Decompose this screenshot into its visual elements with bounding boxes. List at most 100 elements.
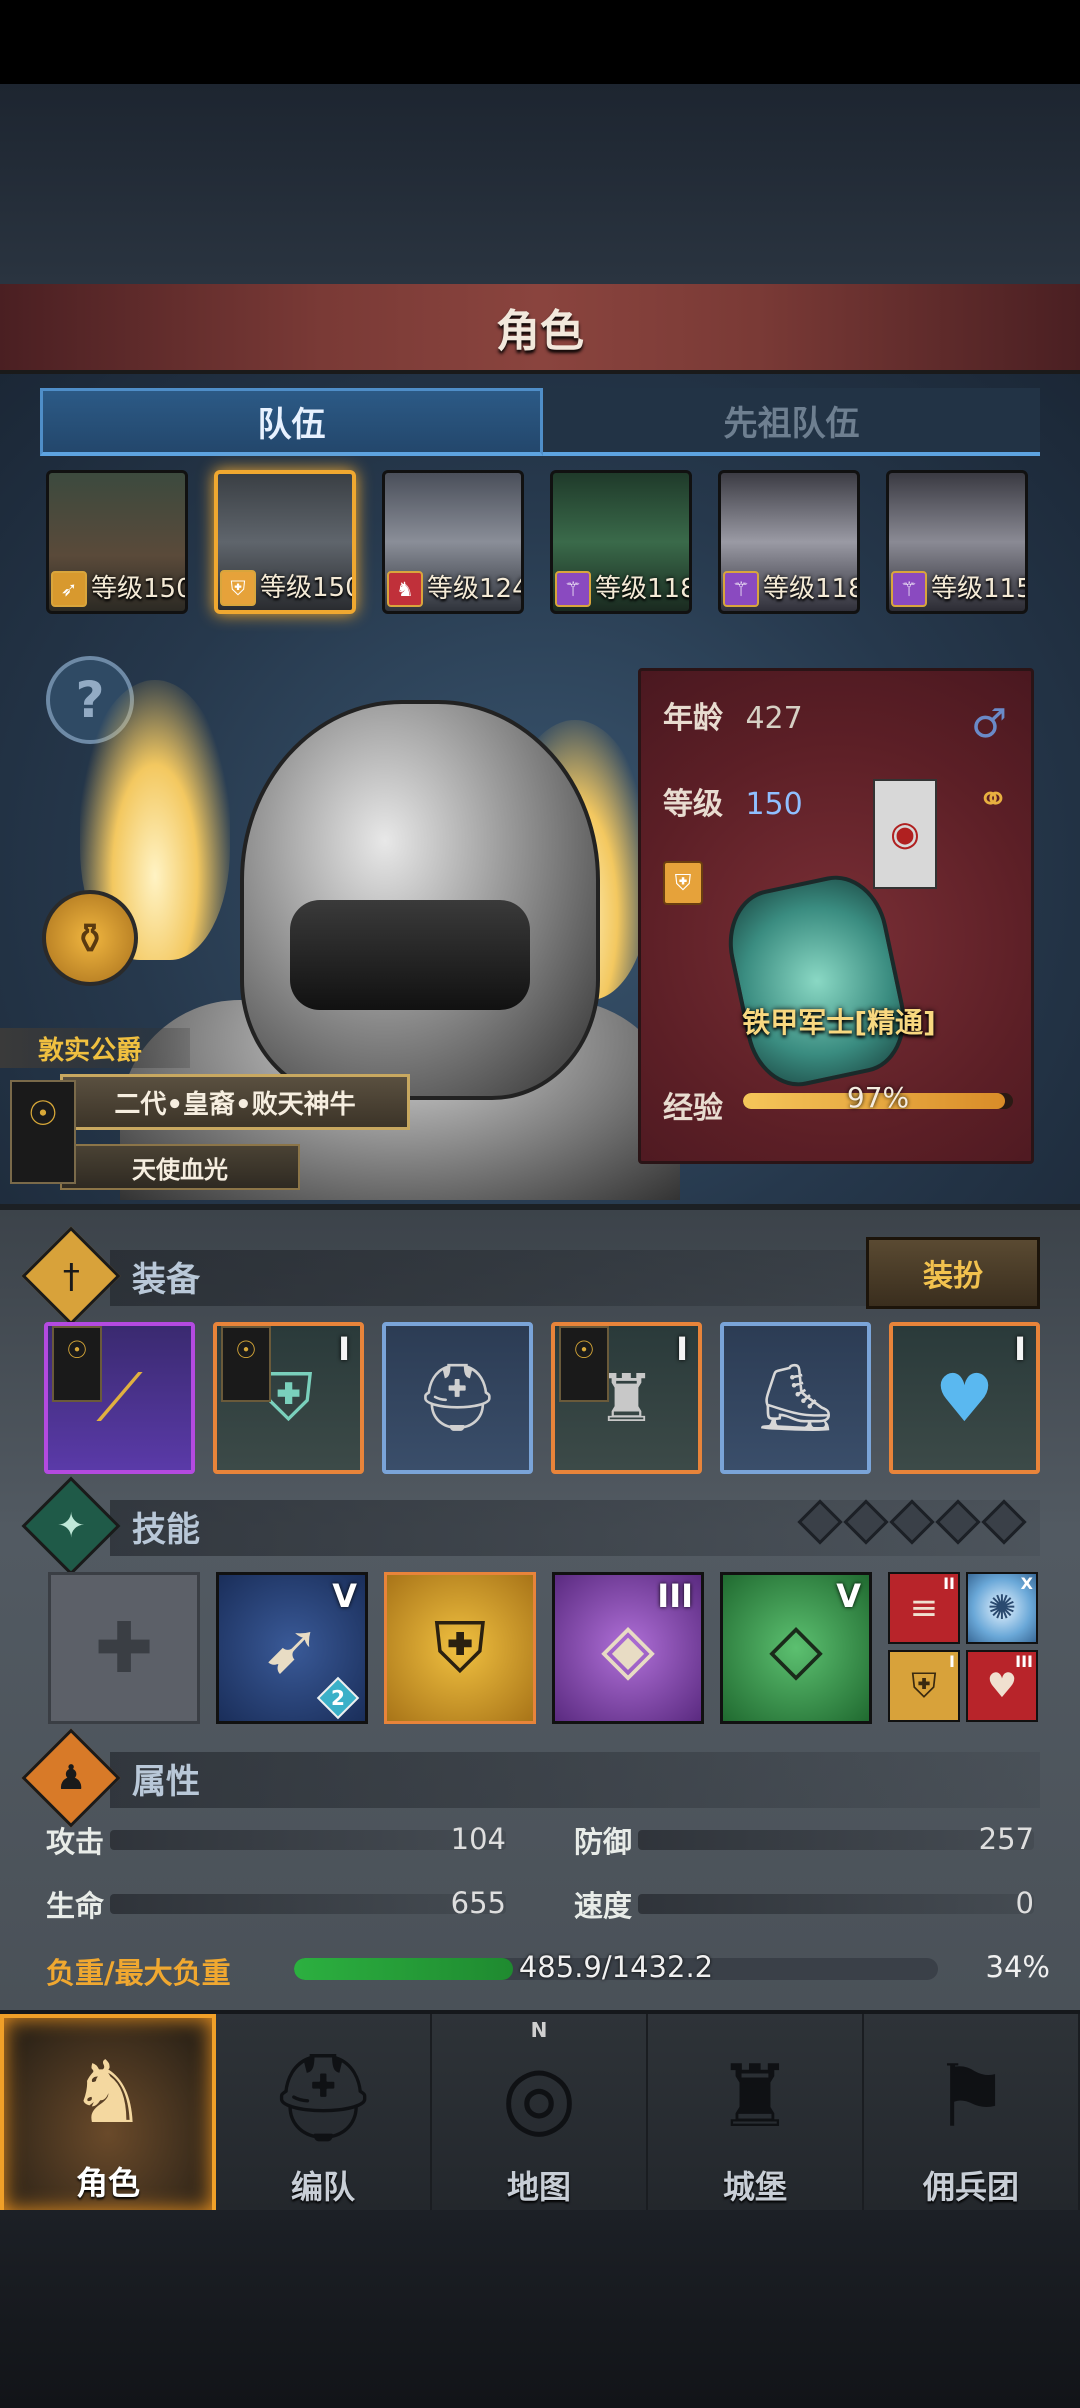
castle-icon: ♜ — [716, 2047, 794, 2147]
star-icon: ✦ — [21, 1476, 121, 1576]
tier-label: I — [338, 1330, 350, 1368]
equip-slot-amulet[interactable]: ♥ I — [889, 1322, 1040, 1474]
skill-slots: ✚ ➹ V 2 ⛨ ◈ III ◇ V ≡ II ✺ X ⛨ I ♥ III — [48, 1572, 1038, 1726]
banner-icon: ☉ — [52, 1326, 102, 1402]
tab-team[interactable]: 队伍 — [40, 388, 543, 456]
equipment-header: † 装备 — [21, 1226, 200, 1326]
skill-slot-crystal-arm[interactable]: ◈ III — [552, 1572, 704, 1724]
male-icon: ♂ — [971, 701, 1007, 747]
attack-value: 104 — [450, 1822, 506, 1856]
skill-slot-strength-shield[interactable]: ⛨ — [384, 1572, 536, 1724]
sword-icon: † — [21, 1226, 121, 1326]
speed-value: 0 — [1015, 1886, 1034, 1920]
team-member-5[interactable]: ⚚ 等级118 — [718, 470, 860, 614]
heart-amulet-icon: ♥ — [934, 1359, 995, 1437]
crystal-plus-icon: ◇ — [769, 1607, 823, 1689]
attack-track — [110, 1830, 506, 1850]
skill-slot-crystal-plus[interactable]: ◇ V — [720, 1572, 872, 1724]
background — [0, 84, 1080, 284]
skill-point-diamond — [889, 1499, 935, 1545]
tab-ancestor-team[interactable]: 先祖队伍 — [543, 388, 1040, 456]
equip-slot-armor[interactable]: ☉ ♜ I — [551, 1322, 702, 1474]
passive-skill-dumbbell[interactable]: ≡ II — [888, 1572, 960, 1644]
eye-banner-icon: ◉ — [873, 779, 937, 889]
skill-count-badge: 2 — [316, 1676, 360, 1720]
team-member-6[interactable]: ⚚ 等级115 — [886, 470, 1028, 614]
member-level: 等级118 — [763, 574, 860, 604]
dumbbell-icon: ≡ — [909, 1588, 939, 1628]
person-icon: ♟ — [21, 1728, 121, 1828]
skill-slot-charge[interactable]: ➹ V 2 — [216, 1572, 368, 1724]
team-portraits: ➶ 等级150 ⛨ 等级150 ♞ 等级124 ⚚ 等级118 ⚚ 等级118 … — [46, 470, 1036, 616]
skill-tier: V — [332, 1577, 357, 1615]
level-label: 等级 — [663, 787, 723, 822]
attack-row: 攻击 104 — [46, 1822, 506, 1859]
load-label: 负重/最大负重 — [46, 1956, 231, 1990]
staff-icon: ⚚ — [891, 571, 927, 607]
skill-point-diamond — [935, 1499, 981, 1545]
helmet-nav-icon: ⛑ — [268, 2047, 378, 2148]
nav-label: 地图 — [506, 2168, 571, 2206]
nav-character[interactable]: ♞ 角色 — [0, 2014, 216, 2214]
unit-shield-art — [717, 866, 917, 1096]
skill-point-diamond — [797, 1499, 843, 1545]
equip-slot-helmet[interactable]: ⛑ — [382, 1322, 533, 1474]
passive-skill-shield[interactable]: ⛨ I — [888, 1650, 960, 1722]
attributes-title: 属性 — [132, 1761, 200, 1802]
passive-skill-burst[interactable]: ✺ X — [966, 1572, 1038, 1644]
hp-value: 655 — [450, 1886, 506, 1920]
lance-icon: ⟋ — [96, 1358, 143, 1436]
nav-label: 角色 — [75, 2164, 140, 2202]
equip-slot-weapon[interactable]: ☉ ⟋ — [44, 1322, 195, 1474]
strength-shield-icon: ⛨ — [433, 1606, 487, 1689]
ring-icon[interactable]: ⚭ — [977, 777, 1009, 821]
hp-track — [110, 1894, 506, 1914]
passive-skill-heartbeat[interactable]: ♥ III — [966, 1650, 1038, 1722]
burst-icon: ✺ — [987, 1588, 1017, 1628]
equip-slot-shield[interactable]: ☉ ⛨ I — [213, 1322, 364, 1474]
crystal-arm-icon: ◈ — [601, 1607, 655, 1689]
hero-bloodline[interactable]: 天使血光 — [60, 1144, 300, 1190]
compass-icon: ◎ — [501, 2047, 577, 2147]
team-member-4[interactable]: ⚚ 等级118 — [550, 470, 692, 614]
staff-icon: ⚚ — [555, 571, 591, 607]
nav-formation[interactable]: ⛑ 编队 — [216, 2014, 432, 2214]
nav-castle[interactable]: ♜ 城堡 — [648, 2014, 864, 2214]
equip-slot-boots[interactable]: ⛸ — [720, 1322, 871, 1474]
skill-tier: III — [657, 1577, 693, 1615]
team-tabs: 队伍 先祖队伍 — [40, 388, 1040, 456]
lance-charge-icon: ➹ — [262, 1607, 322, 1689]
house-banner-icon: ☉ — [10, 1080, 76, 1184]
hero-title: 敦实公爵 — [0, 1028, 190, 1068]
nav-label: 佣兵团 — [922, 2168, 1019, 2206]
tier-label: I — [1014, 1330, 1026, 1368]
banner-icon: ☉ — [559, 1326, 609, 1402]
skills-title: 技能 — [132, 1509, 200, 1550]
potion-icon[interactable]: ⚱ — [42, 890, 138, 986]
attributes-header-strip — [110, 1752, 1040, 1808]
horse-icon: ♞ — [387, 571, 423, 607]
age-value: 427 — [745, 701, 803, 736]
skill-tier: X — [1020, 1574, 1033, 1593]
member-level: 等级150 — [260, 573, 356, 603]
team-member-1[interactable]: ➶ 等级150 — [46, 470, 188, 614]
unit-name[interactable]: 铁甲军士[精通] — [641, 1001, 1037, 1041]
skill-slot-empty[interactable]: ✚ — [48, 1572, 200, 1724]
bottom-background — [0, 2210, 1080, 2408]
visor-art — [290, 900, 530, 1010]
hero-lineage[interactable]: 二代•皇裔•败天神牛 — [60, 1074, 410, 1130]
member-level: 等级115 — [931, 574, 1028, 604]
load-text: 485.9/1432.2 — [518, 1950, 714, 1984]
title-banner: 角色 — [0, 284, 1080, 374]
skill-tier: V — [836, 1577, 861, 1615]
member-level: 等级118 — [595, 574, 692, 604]
load-percent: 34% — [985, 1950, 1050, 1984]
nav-label: 城堡 — [722, 2168, 787, 2206]
dress-up-button[interactable]: 装扮 — [866, 1237, 1040, 1309]
team-member-3[interactable]: ♞ 等级124 — [382, 470, 524, 614]
speed-row: 速度 0 — [574, 1886, 1034, 1923]
nav-mercenaries[interactable]: ⚑ 佣兵团 — [864, 2014, 1080, 2214]
nav-map[interactable]: N ◎ 地图 — [432, 2014, 648, 2214]
team-member-2[interactable]: ⛨ 等级150 — [214, 470, 356, 614]
skill-tier: III — [1015, 1652, 1033, 1671]
